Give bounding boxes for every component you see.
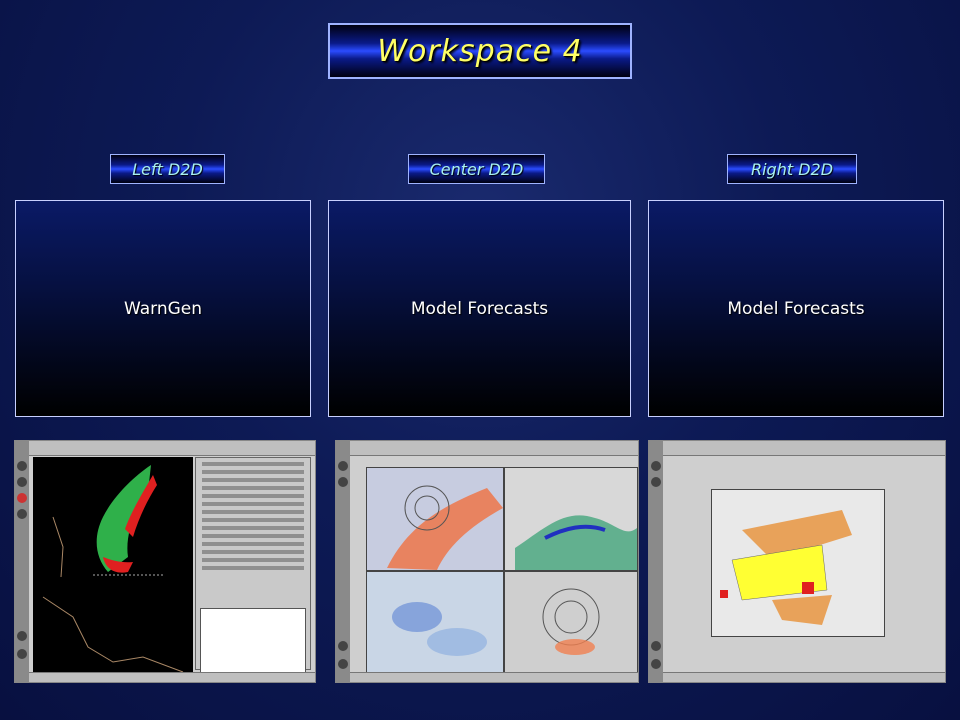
warngen-text-list	[200, 608, 306, 674]
menu-bar	[663, 441, 945, 456]
workspace-title-box: Workspace 4	[328, 23, 632, 79]
left-d2d-label: Left D2D	[132, 159, 203, 179]
forecast-panel-upper-right	[504, 467, 638, 571]
toolbar-left	[15, 441, 29, 682]
left-panel-text: WarnGen	[123, 298, 202, 319]
radar-display	[33, 457, 193, 677]
center-d2d-label: Center D2D	[429, 159, 524, 179]
forecast-panel-upper-left	[366, 467, 504, 571]
menu-bar	[350, 441, 638, 456]
center-d2d-panel: Model Forecasts	[328, 200, 631, 417]
model-forecasts-four-panel-screenshot	[335, 440, 639, 683]
right-d2d-label-box: Right D2D	[727, 154, 857, 184]
county-warning-map	[711, 489, 885, 637]
warngen-dialog	[195, 457, 311, 674]
workspace-title: Workspace 4	[377, 33, 583, 69]
status-bar	[29, 672, 315, 682]
right-d2d-label: Right D2D	[750, 159, 834, 179]
toolbar-left	[336, 441, 350, 682]
left-d2d-panel: WarnGen	[15, 200, 311, 417]
forecast-panel-lower-left	[366, 571, 504, 675]
forecast-panel-lower-right	[504, 571, 638, 675]
model-forecasts-warning-screenshot	[648, 440, 946, 683]
right-panel-text: Model Forecasts	[727, 298, 865, 319]
warngen-screenshot	[14, 440, 316, 683]
toolbar-left	[649, 441, 663, 682]
status-bar	[663, 672, 945, 682]
left-d2d-label-box: Left D2D	[110, 154, 225, 184]
right-d2d-panel: Model Forecasts	[648, 200, 944, 417]
center-d2d-label-box: Center D2D	[408, 154, 545, 184]
menu-bar	[29, 441, 315, 456]
status-bar	[350, 672, 638, 682]
center-panel-text: Model Forecasts	[410, 298, 549, 319]
